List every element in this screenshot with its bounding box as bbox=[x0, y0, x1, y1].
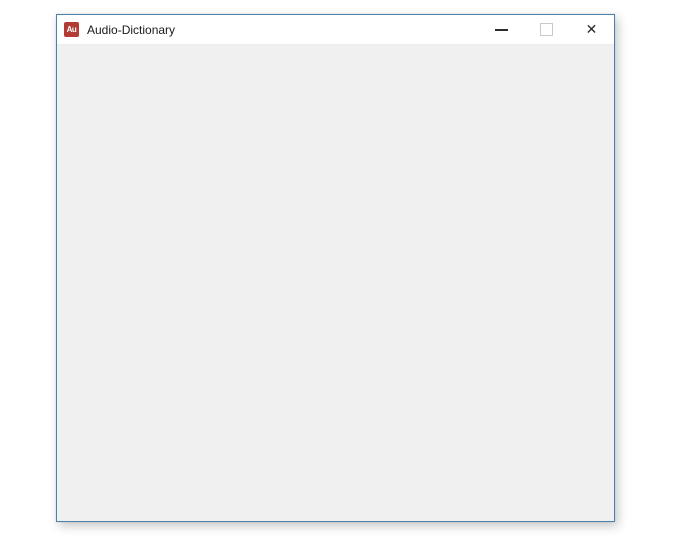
window-client-area bbox=[57, 44, 614, 521]
maximize-icon bbox=[540, 23, 553, 36]
close-icon: ✕ bbox=[586, 23, 598, 37]
title-bar[interactable]: Au Audio-Dictionary ✕ bbox=[57, 15, 614, 44]
app-icon: Au bbox=[64, 22, 79, 37]
minimize-button[interactable] bbox=[479, 15, 524, 44]
maximize-button bbox=[524, 15, 569, 44]
window-controls: ✕ bbox=[479, 15, 614, 44]
minimize-icon bbox=[495, 29, 508, 31]
close-button[interactable]: ✕ bbox=[569, 15, 614, 44]
window-title: Audio-Dictionary bbox=[87, 23, 175, 37]
app-window: Au Audio-Dictionary ✕ bbox=[56, 14, 615, 522]
